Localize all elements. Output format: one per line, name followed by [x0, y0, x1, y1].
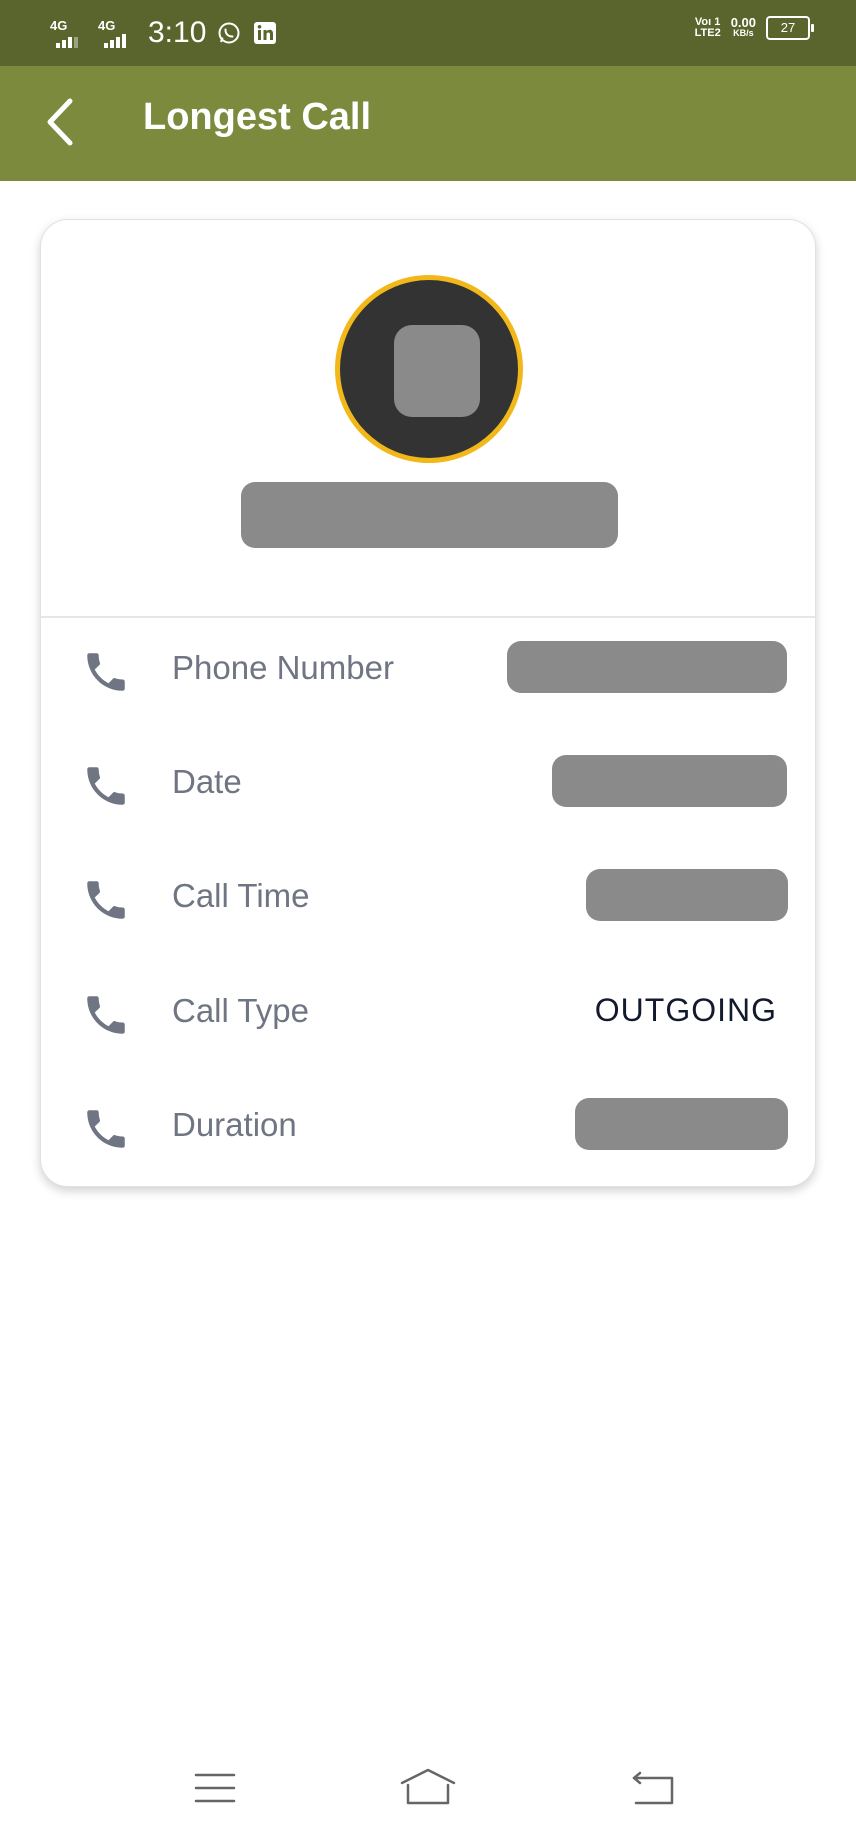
- menu-button[interactable]: [185, 1762, 245, 1814]
- sim2-network-label: 4G: [98, 18, 116, 33]
- detail-label: Date: [172, 763, 242, 800]
- whatsapp-icon: [216, 20, 242, 46]
- detail-row-call-time: Call Time: [41, 853, 815, 943]
- network-speed-value: 0.00: [730, 15, 756, 30]
- detail-value-redacted: [586, 869, 788, 921]
- contact-name-redacted: [241, 482, 618, 548]
- call-detail-card: Phone Number Date Call Time Call Type OU…: [40, 219, 816, 1187]
- phone-icon: [87, 881, 125, 919]
- avatar-image: [340, 280, 518, 458]
- status-right: Voı 1 LTE2 0.00 KB/s 27: [695, 15, 814, 40]
- detail-value-redacted: [575, 1098, 788, 1150]
- phone-icon: [87, 996, 125, 1034]
- linkedin-icon: [252, 20, 278, 46]
- sim2-signal-icon: 4G: [96, 18, 134, 48]
- network-speed-unit: KB/s: [733, 28, 754, 38]
- app-bar: Longest Call: [0, 66, 856, 181]
- detail-value-redacted: [552, 755, 787, 807]
- detail-value-redacted: [507, 641, 787, 693]
- avatar: [335, 275, 523, 463]
- detail-row-duration: Duration: [41, 1082, 815, 1172]
- avatar-redacted: [394, 325, 480, 417]
- phone-icon: [87, 653, 125, 691]
- home-icon: [400, 1768, 456, 1805]
- back-icon: [632, 1771, 674, 1805]
- menu-icon: [194, 1773, 236, 1803]
- sim1-signal-icon: 4G: [48, 18, 86, 48]
- detail-label: Call Time: [172, 877, 310, 914]
- home-button[interactable]: [398, 1762, 458, 1814]
- detail-label: Duration: [172, 1106, 297, 1143]
- battery-icon: 27: [766, 16, 814, 40]
- system-nav-bar: [0, 1740, 856, 1836]
- detail-row-date: Date: [41, 739, 815, 829]
- chevron-left-icon: [47, 98, 73, 146]
- call-type-value: OUTGOING: [594, 992, 777, 1028]
- detail-row-phone-number: Phone Number: [41, 625, 815, 715]
- detail-row-call-type: Call Type OUTGOING: [41, 968, 815, 1058]
- volte-indicator: Voı 1 LTE2: [695, 17, 721, 39]
- battery-level: 27: [780, 20, 796, 35]
- phone-icon: [87, 1110, 125, 1148]
- status-time: 3:10: [148, 16, 207, 49]
- network-speed: 0.00 KB/s: [730, 15, 756, 39]
- volte-line2: LTE2: [694, 27, 721, 39]
- detail-label: Phone Number: [172, 649, 394, 686]
- sim1-network-label: 4G: [50, 18, 68, 33]
- status-left: 4G 4G 3:10: [48, 14, 278, 52]
- back-button[interactable]: [30, 92, 90, 152]
- system-back-button[interactable]: [624, 1762, 684, 1814]
- page-title: Longest Call: [143, 96, 372, 138]
- status-bar: 4G 4G 3:10 Voı 1 LTE2 0.00 KB/s 27: [0, 0, 856, 66]
- phone-icon: [87, 767, 125, 805]
- divider: [41, 616, 815, 618]
- detail-label: Call Type: [172, 992, 309, 1029]
